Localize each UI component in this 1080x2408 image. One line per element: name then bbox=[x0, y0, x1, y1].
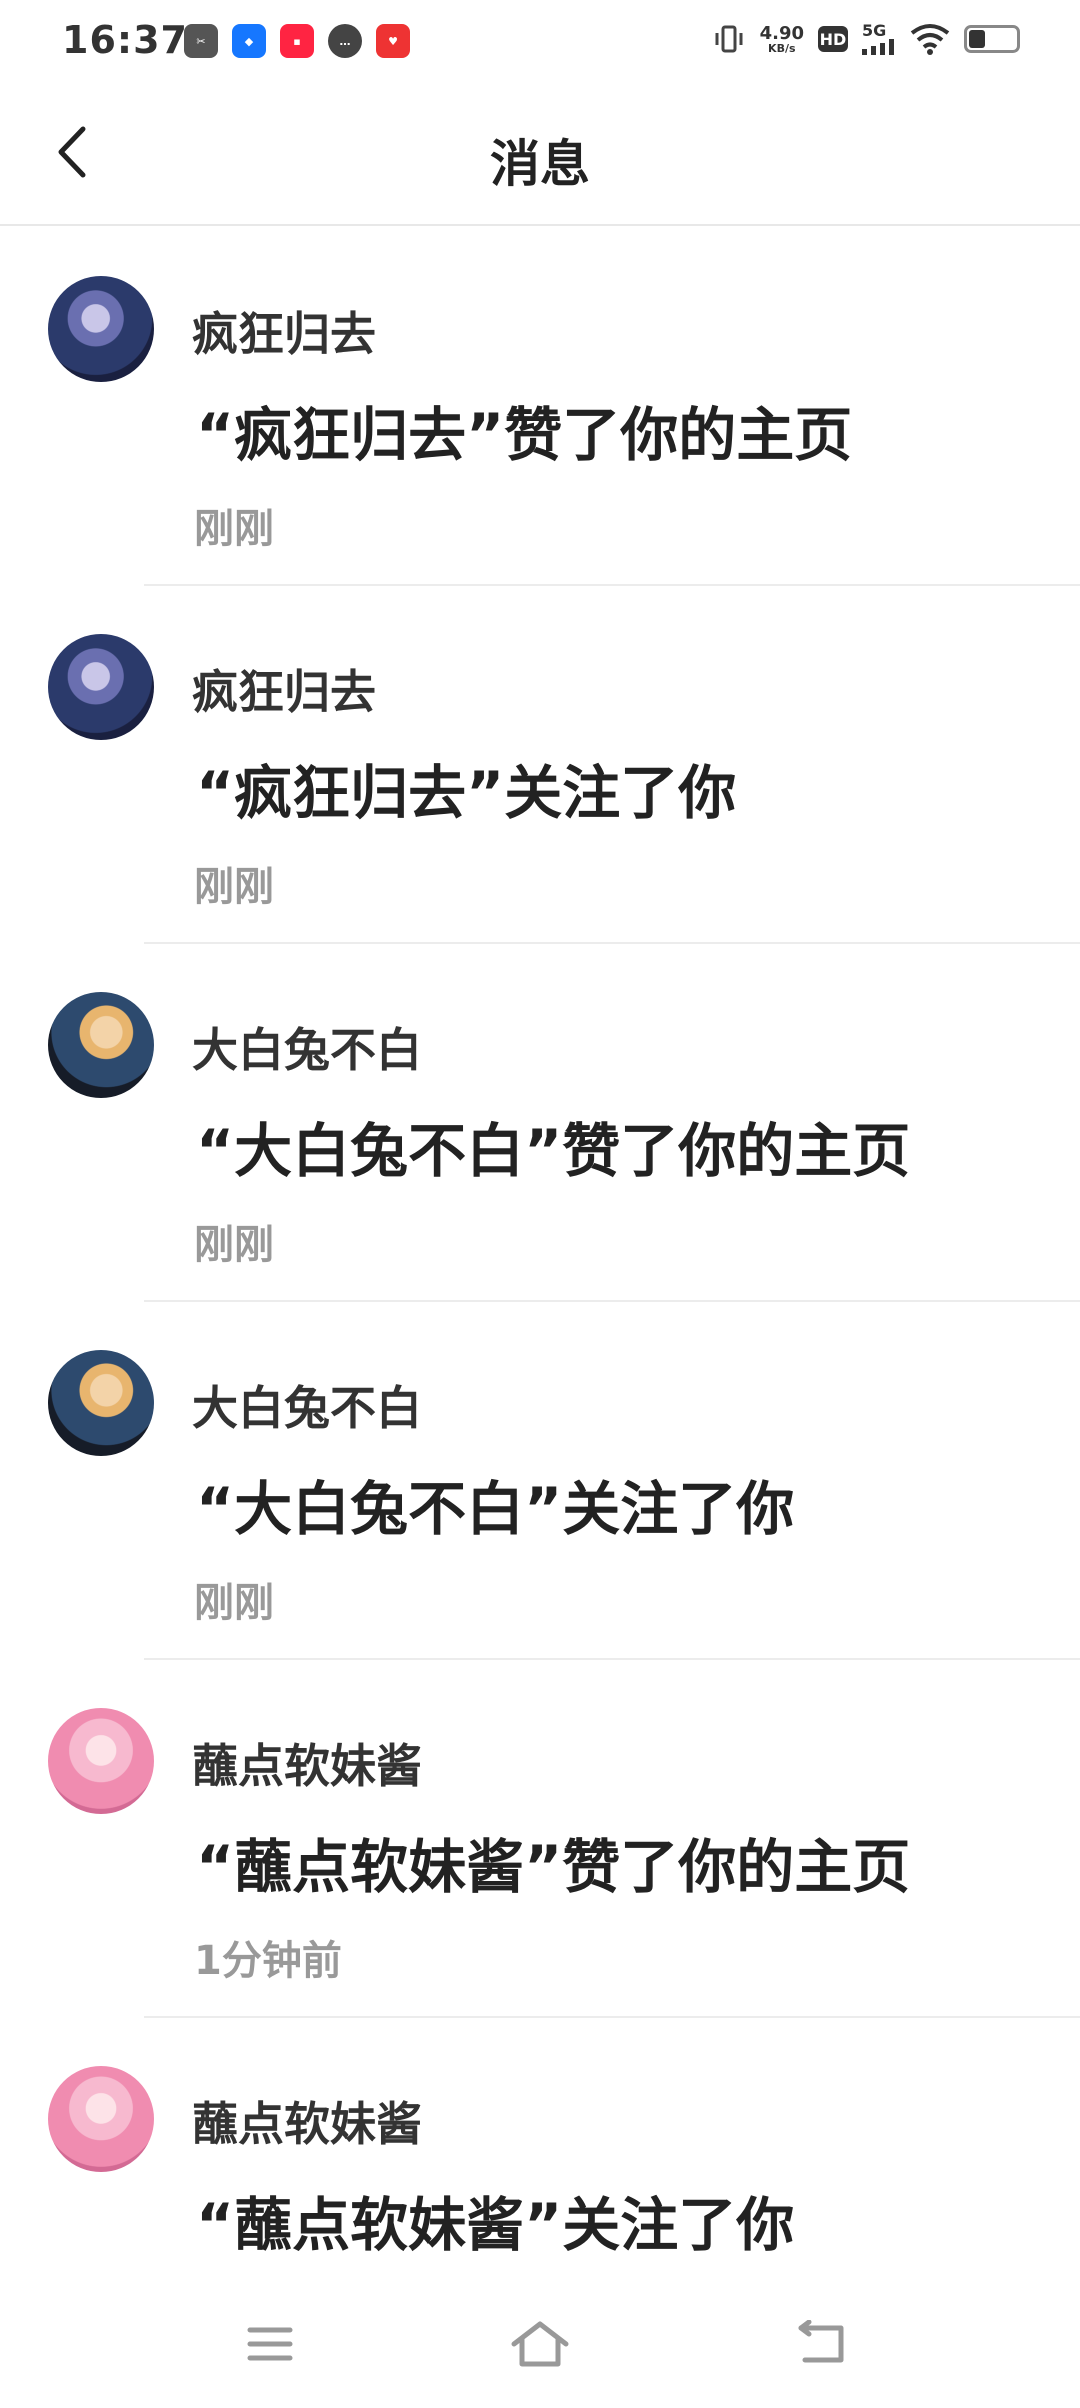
vibrate-icon bbox=[715, 25, 743, 53]
signal-icon bbox=[862, 39, 894, 55]
network-speed: 4.90 KB/s bbox=[759, 22, 804, 55]
return-icon bbox=[798, 2320, 844, 2363]
avatar[interactable] bbox=[48, 1350, 154, 1456]
message-item[interactable]: 蘸点软妹酱 “蘸点软妹酱”赞了你的主页 1分钟前 bbox=[0, 1660, 1080, 2018]
system-nav-bar bbox=[0, 2280, 1080, 2408]
avatar[interactable] bbox=[48, 1708, 154, 1814]
menu-button[interactable] bbox=[230, 2308, 310, 2380]
message-text: “蘸点软妹酱”关注了你 bbox=[196, 2191, 795, 2259]
wifi-icon bbox=[910, 24, 950, 55]
avatar[interactable] bbox=[48, 2066, 154, 2172]
message-text: “大白兔不白”赞了你的主页 bbox=[196, 1117, 911, 1185]
sender-name[interactable]: 大白兔不白 bbox=[192, 1014, 422, 1080]
back-nav-button[interactable] bbox=[782, 2308, 862, 2380]
message-item[interactable]: 疯狂归去 “疯狂归去”关注了你 刚刚 bbox=[0, 586, 1080, 944]
message-time: 刚刚 bbox=[194, 506, 274, 552]
message-time: 1分钟前 bbox=[194, 1938, 342, 1984]
sender-name[interactable]: 疯狂归去 bbox=[192, 298, 376, 364]
notification-icons: ✂ ◆ ▪ … ♥ bbox=[184, 24, 410, 58]
message-time: 刚刚 bbox=[194, 1222, 274, 1268]
message-list[interactable]: 疯狂归去 “疯狂归去”赞了你的主页 刚刚 疯狂归去 “疯狂归去”关注了你 刚刚 … bbox=[0, 228, 1080, 2376]
message-text: “蘸点软妹酱”赞了你的主页 bbox=[196, 1833, 911, 1901]
header: 消息 bbox=[0, 84, 1080, 226]
avatar[interactable] bbox=[48, 992, 154, 1098]
battery-icon bbox=[964, 25, 1020, 53]
app-notification-icon: ▪ bbox=[280, 24, 314, 58]
status-time: 16:37 bbox=[62, 18, 188, 62]
app-notification-icon: ♥ bbox=[376, 24, 410, 58]
avatar[interactable] bbox=[48, 634, 154, 740]
message-time: 刚刚 bbox=[194, 1580, 274, 1626]
message-text: “大白兔不白”关注了你 bbox=[196, 1475, 795, 1543]
hd-badge: HD bbox=[818, 26, 848, 52]
menu-icon bbox=[247, 2327, 293, 2361]
app-notification-icon: ◆ bbox=[232, 24, 266, 58]
message-text: “疯狂归去”关注了你 bbox=[196, 759, 737, 827]
avatar[interactable] bbox=[48, 276, 154, 382]
message-time: 刚刚 bbox=[194, 864, 274, 910]
sender-name[interactable]: 大白兔不白 bbox=[192, 1372, 422, 1438]
message-text: “疯狂归去”赞了你的主页 bbox=[196, 401, 853, 469]
message-item[interactable]: 大白兔不白 “大白兔不白”关注了你 刚刚 bbox=[0, 1302, 1080, 1660]
sender-name[interactable]: 疯狂归去 bbox=[192, 656, 376, 722]
app-notification-icon: ✂ bbox=[184, 24, 218, 58]
sender-name[interactable]: 蘸点软妹酱 bbox=[192, 2088, 422, 2154]
home-icon bbox=[511, 2321, 569, 2367]
message-bubble-icon: … bbox=[328, 24, 362, 58]
message-item[interactable]: 大白兔不白 “大白兔不白”赞了你的主页 刚刚 bbox=[0, 944, 1080, 1302]
sender-name[interactable]: 蘸点软妹酱 bbox=[192, 1730, 422, 1796]
network-type: 5G bbox=[862, 21, 887, 40]
message-item[interactable]: 疯狂归去 “疯狂归去”赞了你的主页 刚刚 bbox=[0, 228, 1080, 586]
page-title: 消息 bbox=[490, 135, 590, 193]
home-button[interactable] bbox=[500, 2308, 580, 2380]
status-bar: 16:37 ✂ ◆ ▪ … ♥ 4.90 KB/s HD 5G bbox=[0, 0, 1080, 84]
